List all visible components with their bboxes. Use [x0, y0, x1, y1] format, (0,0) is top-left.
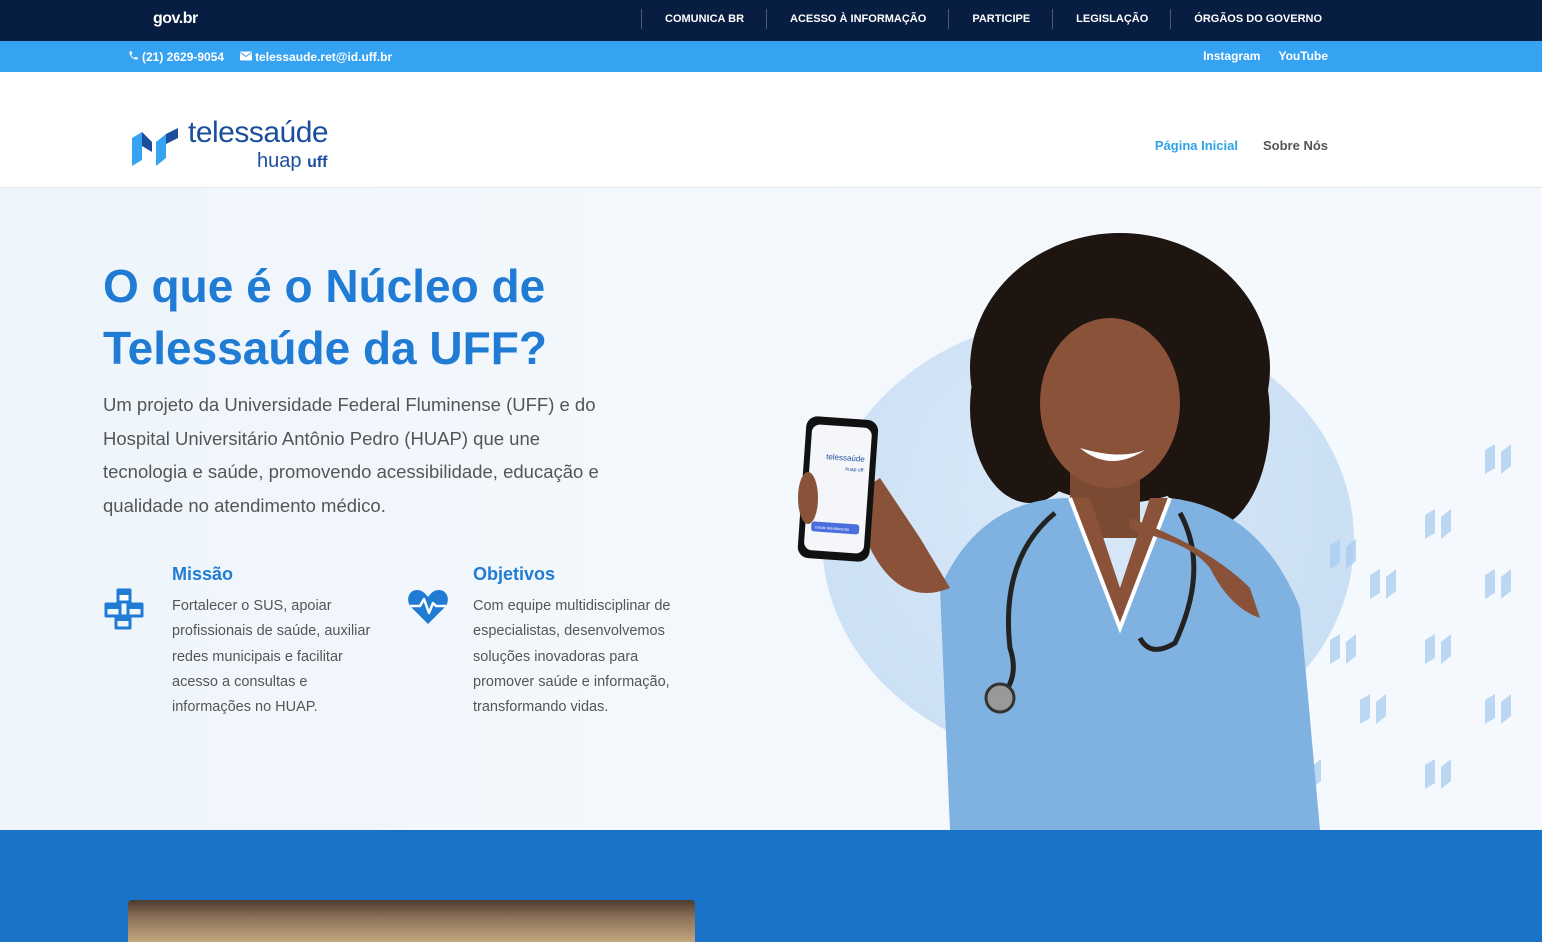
telessaude-logo[interactable]: telessaúde huap uff	[130, 116, 350, 176]
feature-text: Fortalecer o SUS, apoiar profissionais d…	[172, 598, 371, 716]
hero-title: O que é o Núcleo de Telessaúde da UFF?	[103, 260, 547, 374]
feature-text: Com equipe multidisciplinar de especiali…	[473, 598, 671, 716]
feature-missao: Missão Fortalecer o SUS, apoiar profissi…	[172, 564, 372, 720]
main-nav: Página Inicial Sobre Nós	[1130, 138, 1328, 153]
gov-link-acesso-informacao[interactable]: ACESSO À INFORMAÇÃO	[767, 13, 948, 25]
feature-objetivos: Objetivos Com equipe multidisciplinar de…	[473, 564, 673, 720]
gov-link-participe[interactable]: PARTICIPE	[949, 13, 1052, 25]
feature-title: Objetivos	[473, 564, 556, 584]
site-header: telessaúde huap uff Página Inicial Sobre…	[0, 72, 1542, 188]
phone-number: (21) 2629-9054	[142, 50, 225, 64]
doctor-with-phone-image: telessaúde huap uff Iniciar Atendimento	[797, 233, 1320, 830]
hero-lead: Um projeto da Universidade Federal Flumi…	[103, 394, 599, 516]
gov-nav: COMUNICA BR ACESSO À INFORMAÇÃO PARTICIP…	[641, 9, 1344, 29]
youtube-link[interactable]: YouTube	[1278, 49, 1328, 63]
contact-bar: (21) 2629-9054 telessaude.ret@id.uff.br …	[0, 41, 1542, 72]
feature-title: Missão	[172, 564, 234, 584]
logo-subtext: huap uff	[257, 150, 328, 172]
envelope-icon	[240, 50, 253, 64]
phone-icon	[128, 50, 139, 64]
logo-text: telessaúde	[188, 116, 329, 149]
nav-pagina-inicial[interactable]: Página Inicial	[1155, 138, 1238, 153]
social-links: Instagram YouTube	[1185, 49, 1328, 63]
gov-link-comunica-br[interactable]: COMUNICA BR	[642, 13, 766, 25]
instagram-link[interactable]: Instagram	[1203, 49, 1260, 63]
cubes-icon	[102, 588, 148, 635]
gov-link-legislacao[interactable]: LEGISLAÇÃO	[1053, 13, 1170, 25]
hero-section: O que é o Núcleo de Telessaúde da UFF? U…	[0, 188, 1542, 830]
nav-sobre-nos[interactable]: Sobre Nós	[1263, 138, 1328, 153]
email-address: telessaude.ret@id.uff.br	[255, 50, 393, 64]
gov-link-orgaos-governo[interactable]: ÓRGÃOS DO GOVERNO	[1171, 13, 1344, 25]
gov-br-logo[interactable]: gov.br	[153, 10, 198, 28]
logo-mark-icon	[132, 128, 178, 166]
phone-contact[interactable]: (21) 2629-9054	[128, 50, 224, 64]
gov-bar: gov.br COMUNICA BR ACESSO À INFORMAÇÃO P…	[0, 0, 1542, 41]
contact-info: (21) 2629-9054 telessaude.ret@id.uff.br	[128, 50, 408, 64]
heartbeat-icon	[406, 588, 450, 631]
section-image	[128, 900, 695, 942]
email-contact[interactable]: telessaude.ret@id.uff.br	[240, 50, 392, 64]
